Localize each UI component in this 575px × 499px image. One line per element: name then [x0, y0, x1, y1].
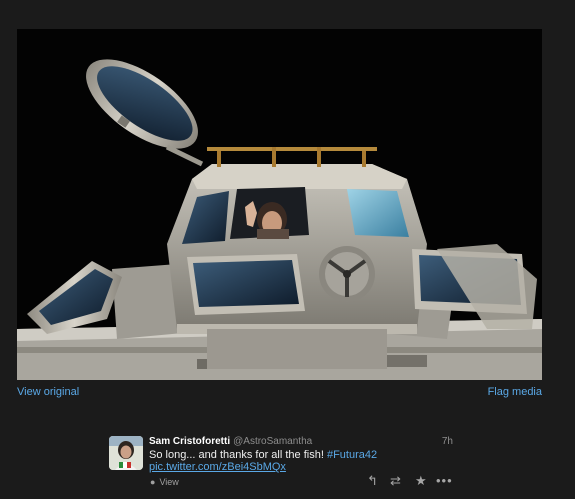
tweet-header: Sam Cristoforetti @AstroSamantha	[149, 436, 312, 448]
view-action[interactable]: ● View	[150, 477, 179, 487]
avatar-image	[109, 436, 143, 470]
view-original-link[interactable]: View original	[17, 386, 79, 398]
retweet-icon[interactable]: ⇄	[390, 474, 401, 488]
star-icon[interactable]: ★	[415, 474, 427, 488]
tweet-media-photo[interactable]	[17, 29, 542, 380]
author-name[interactable]: Sam Cristoforetti	[149, 436, 230, 447]
cupola-photo	[17, 29, 542, 380]
media-links-bar: View original Flag media	[17, 386, 542, 400]
view-label: View	[159, 477, 179, 487]
tweet-actions: ↰ ⇄ ★ •••	[367, 474, 453, 488]
flag-media-link[interactable]: Flag media	[488, 386, 542, 398]
reply-icon[interactable]: ↰	[367, 474, 378, 488]
tweet-body: So long... and thanks for all the fish!	[149, 449, 324, 461]
comment-bubble-icon: ●	[150, 477, 156, 487]
hashtag-link[interactable]: #Futura42	[327, 449, 377, 461]
author-handle[interactable]: @AstroSamantha	[233, 436, 312, 447]
more-icon[interactable]: •••	[436, 474, 453, 488]
tweet: Sam Cristoforetti @AstroSamantha 7h So lo…	[109, 436, 453, 490]
avatar[interactable]	[109, 436, 143, 470]
pic-link[interactable]: pic.twitter.com/zBei4SbMQx	[149, 461, 286, 474]
tweet-timestamp[interactable]: 7h	[442, 436, 453, 447]
